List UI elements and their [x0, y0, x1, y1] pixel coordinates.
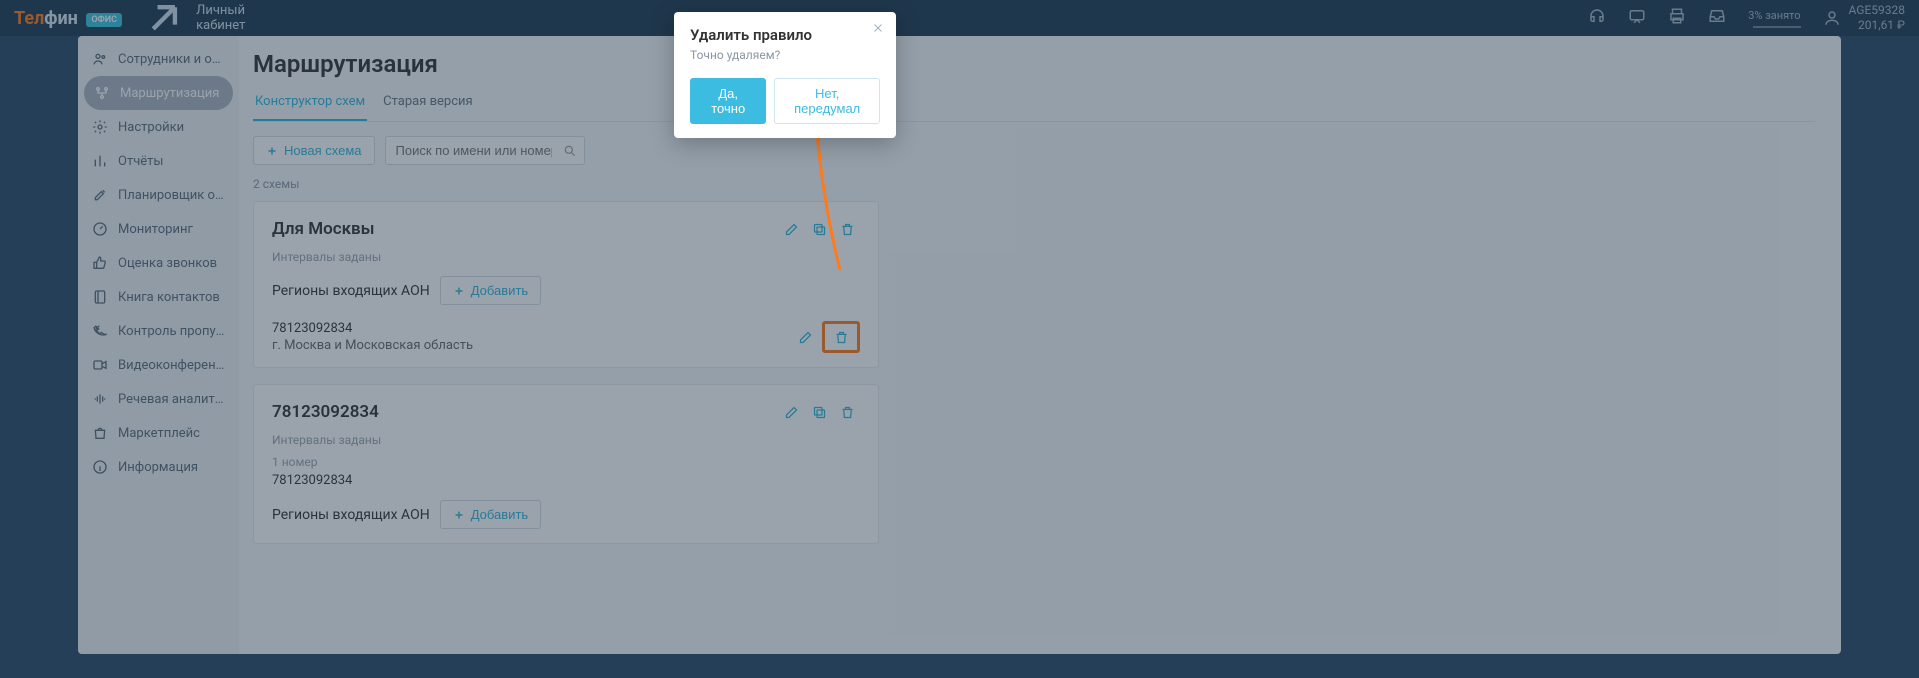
modal-subtitle: Точно удаляем? [690, 48, 880, 62]
modal-overlay[interactable] [0, 0, 1919, 678]
modal-close-button[interactable] [868, 18, 888, 38]
modal-title: Удалить правило [690, 26, 880, 44]
close-icon [872, 22, 884, 34]
confirm-button[interactable]: Да, точно [690, 78, 766, 124]
modal-actions: Да, точно Нет, передумал [690, 78, 880, 124]
delete-rule-modal: Удалить правило Точно удаляем? Да, точно… [674, 12, 896, 138]
cancel-button[interactable]: Нет, передумал [774, 78, 880, 124]
